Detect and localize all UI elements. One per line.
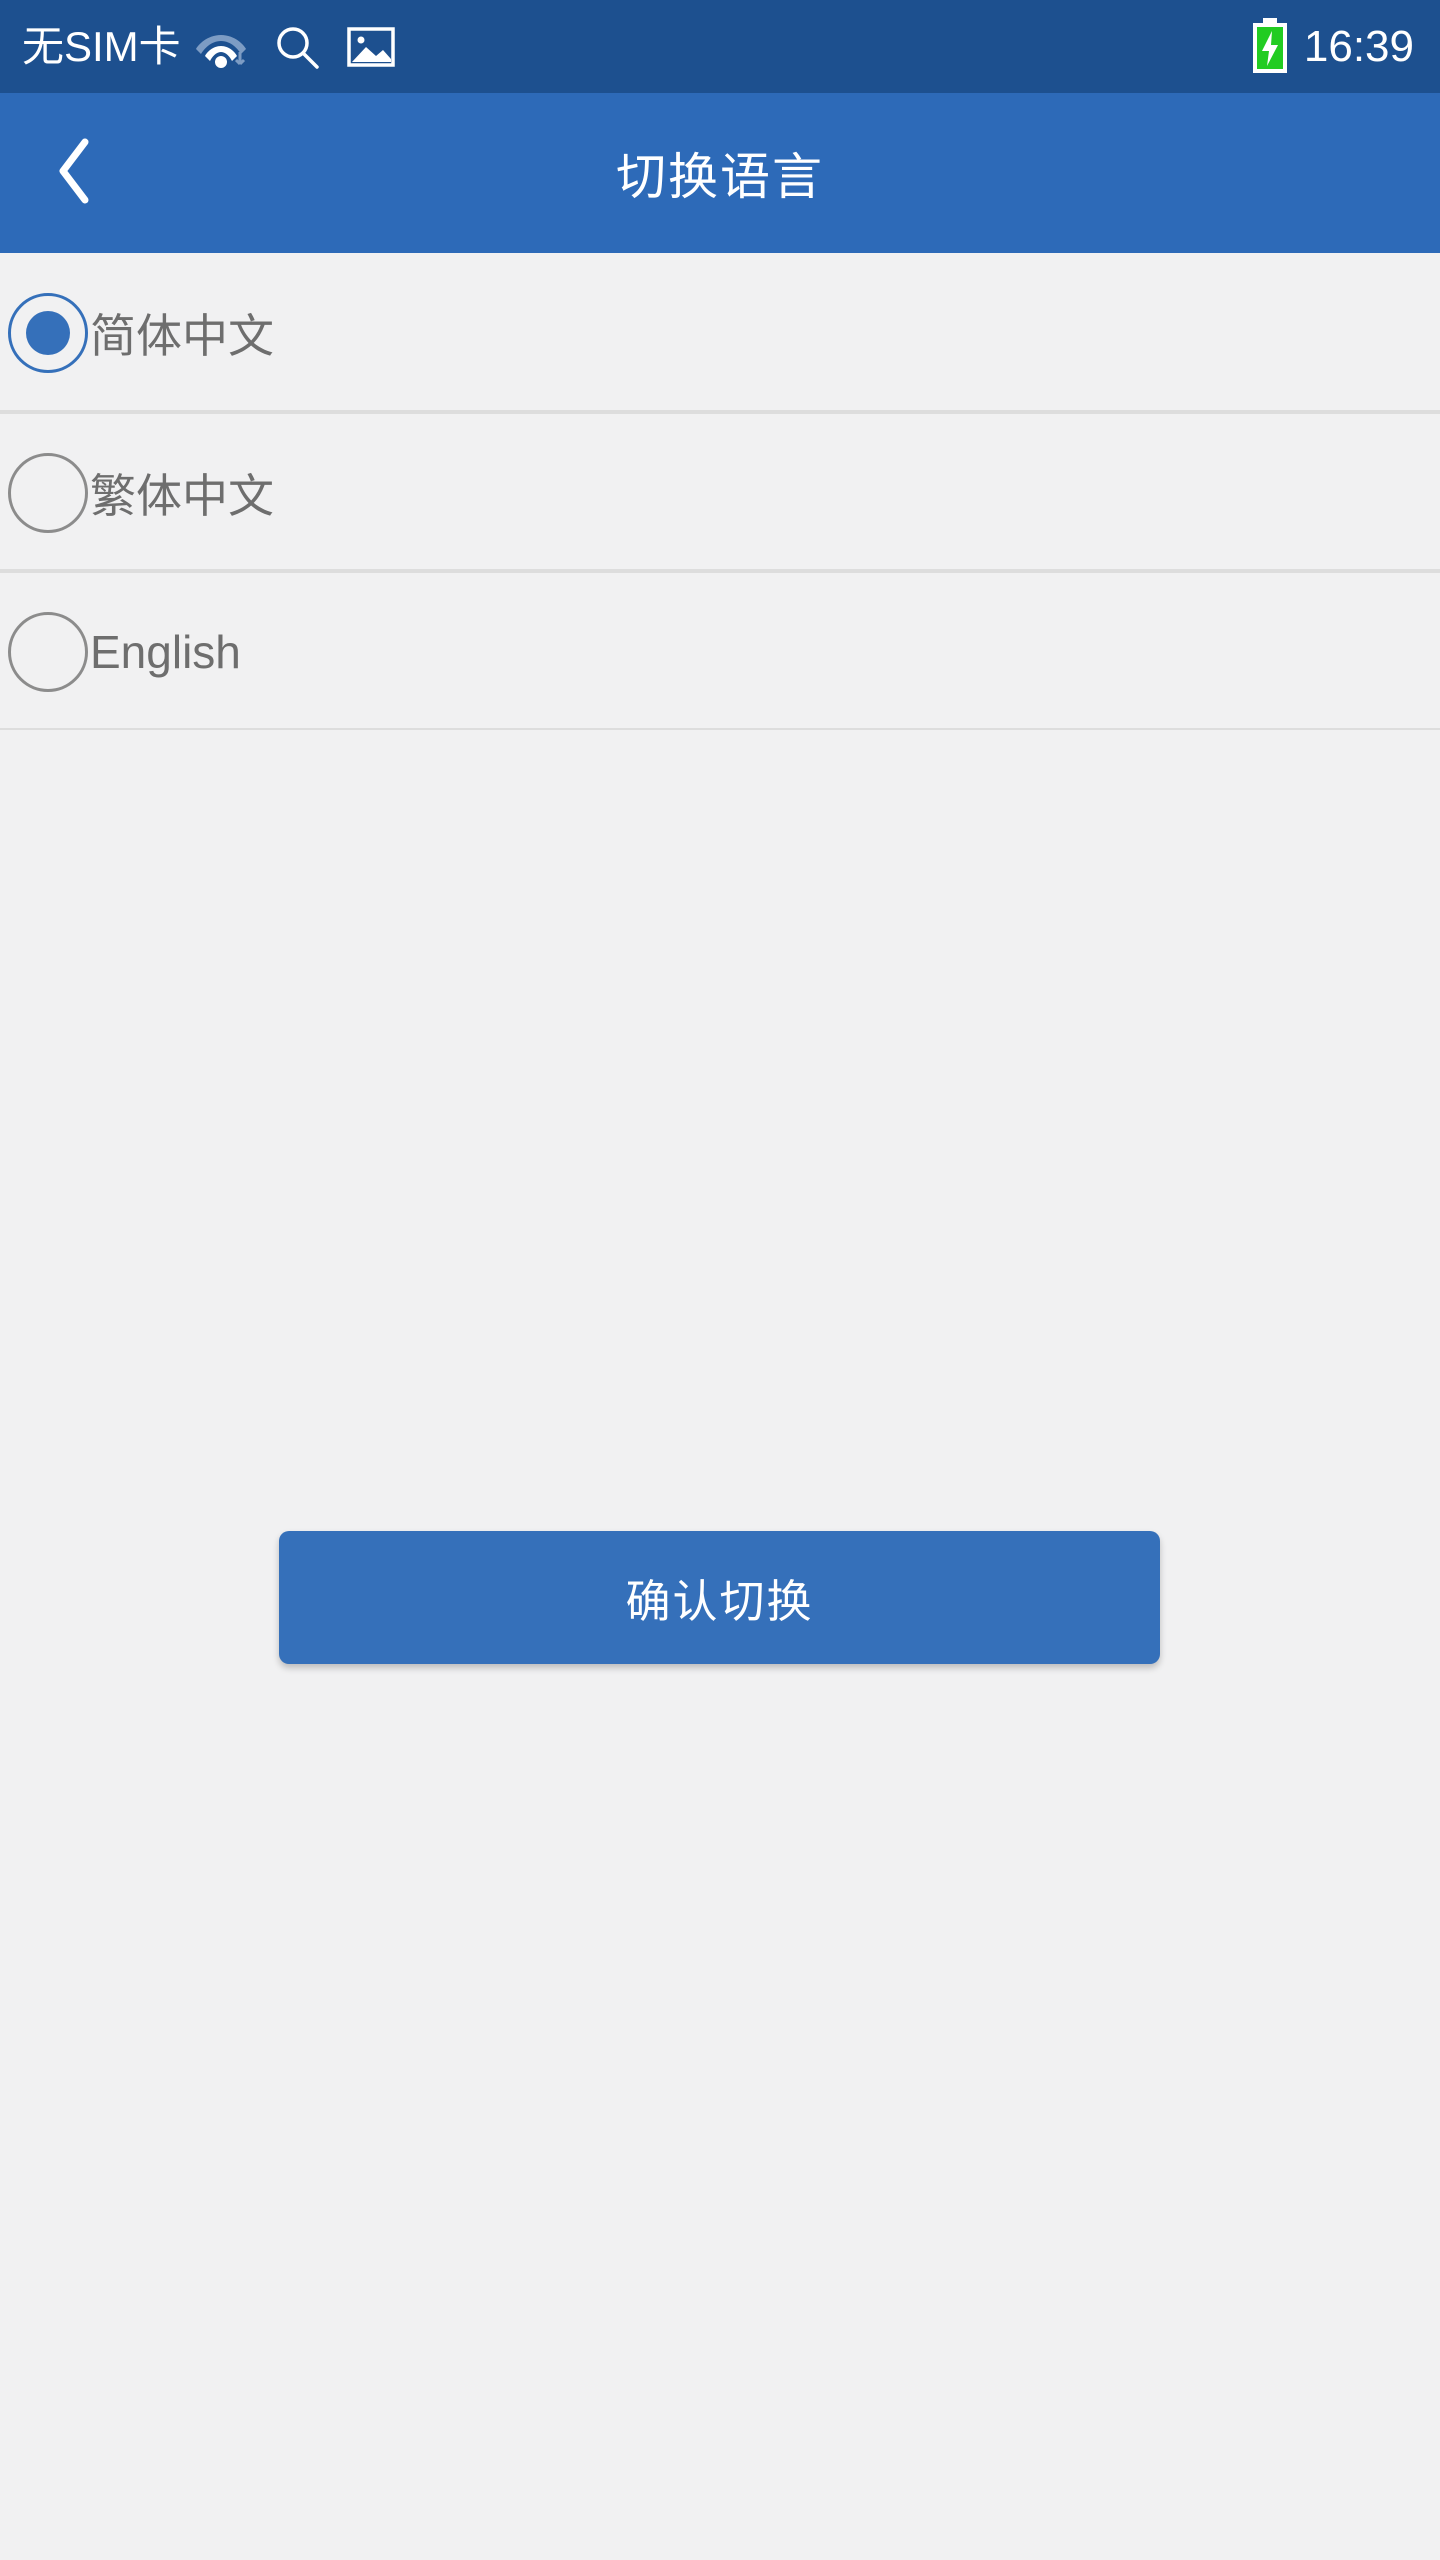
chevron-left-icon bbox=[53, 136, 97, 211]
radio-button-selected[interactable] bbox=[8, 292, 88, 373]
language-option-label: 简体中文 bbox=[90, 309, 274, 362]
phone-screen: 无SIM卡 16:39 切换语言 简体中文 繁体中文 English 确认切换 bbox=[0, 0, 1440, 2560]
title-bar: 切换语言 bbox=[0, 93, 1440, 253]
language-option-row-traditional-chinese[interactable]: 繁体中文 bbox=[0, 412, 1440, 571]
language-option-row-simplified-chinese[interactable]: 简体中文 bbox=[0, 253, 1440, 412]
radio-button-unselected[interactable] bbox=[8, 452, 88, 533]
radio-dot bbox=[26, 310, 70, 355]
page-title: 切换语言 bbox=[616, 149, 824, 205]
back-button[interactable] bbox=[0, 93, 150, 253]
radio-button-unselected[interactable] bbox=[8, 611, 88, 692]
status-bar-left-group: 无SIM卡 bbox=[22, 23, 1250, 71]
wifi-icon bbox=[195, 25, 247, 69]
confirm-switch-button[interactable]: 确认切换 bbox=[279, 1531, 1160, 1664]
language-option-list: 简体中文 繁体中文 English bbox=[0, 253, 1440, 730]
language-option-label: English bbox=[90, 625, 241, 678]
clock-label: 16:39 bbox=[1303, 21, 1414, 71]
battery-charging-icon bbox=[1250, 17, 1290, 76]
picture-icon bbox=[346, 25, 395, 69]
search-icon bbox=[273, 23, 321, 71]
carrier-label: 无SIM卡 bbox=[22, 22, 181, 70]
language-option-row-english[interactable]: English bbox=[0, 571, 1440, 730]
status-bar-right-group: 16:39 bbox=[1250, 17, 1414, 76]
status-bar: 无SIM卡 16:39 bbox=[0, 0, 1440, 93]
language-option-label: 繁体中文 bbox=[90, 469, 274, 522]
